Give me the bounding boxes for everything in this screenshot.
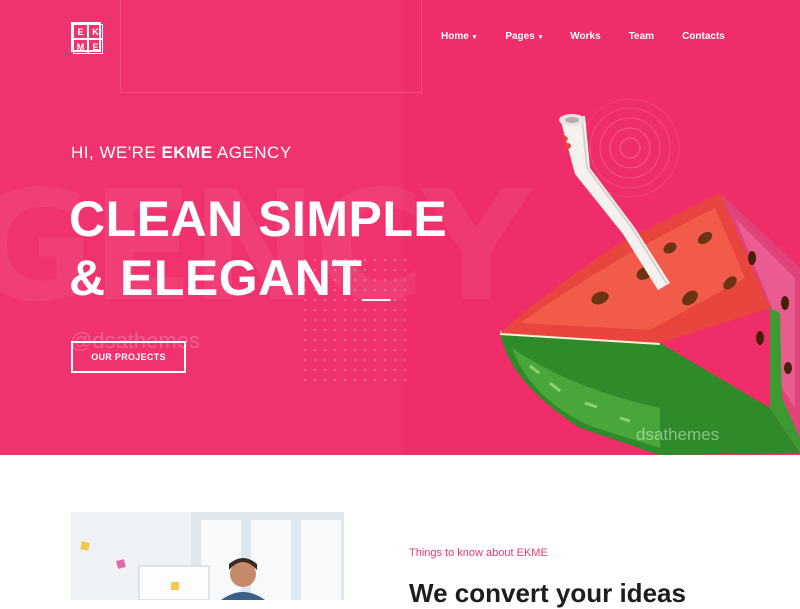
chevron-down-icon: ▾: [472, 33, 477, 41]
headline-line-1: CLEAN SIMPLE: [69, 191, 448, 247]
decorative-outline-box: [120, 0, 422, 93]
nav-item-works[interactable]: Works: [570, 31, 600, 42]
our-projects-button[interactable]: OUR PROJECTS: [71, 341, 186, 373]
watermelon-illustration: [499, 114, 800, 455]
kicker-brand: EKME: [161, 143, 213, 162]
logo-letter: K: [88, 24, 103, 39]
ekme-logo[interactable]: E K M E: [71, 22, 103, 54]
nav-item-contacts[interactable]: Contacts: [682, 31, 725, 42]
nav-item-label: Works: [570, 31, 601, 42]
office-photo-image: [71, 512, 344, 600]
chevron-down-icon: ▾: [538, 33, 543, 41]
logo-letter: E: [88, 39, 103, 54]
main-nav: Home ▾ Pages ▾ Works Team Contacts: [441, 31, 725, 42]
nav-item-home[interactable]: Home ▾: [441, 31, 476, 42]
logo-letter: M: [73, 39, 88, 54]
nav-item-label: Contacts: [682, 31, 725, 42]
logo-letter: E: [73, 24, 88, 39]
kicker-suffix: AGENCY: [216, 143, 292, 162]
about-eyebrow: Things to know about EKME: [409, 547, 548, 559]
kicker-prefix: HI, WE'RE: [71, 143, 157, 162]
nav-item-label: Pages: [505, 31, 535, 42]
watermark-text-right: dsathemes: [636, 425, 720, 444]
hero-kicker: HI, WE'RE EKME AGENCY: [71, 143, 292, 163]
hero-headline: CLEAN SIMPLE & ELEGANT_: [69, 190, 447, 308]
team-photo: [71, 512, 344, 600]
nav-item-pages[interactable]: Pages ▾: [505, 31, 542, 42]
nav-item-label: Home: [441, 31, 469, 42]
nav-item-label: Team: [628, 31, 655, 42]
nav-item-team[interactable]: Team: [629, 31, 654, 42]
headline-line-2: & ELEGANT_: [69, 250, 391, 306]
about-title: We convert your ideas: [409, 578, 686, 608]
